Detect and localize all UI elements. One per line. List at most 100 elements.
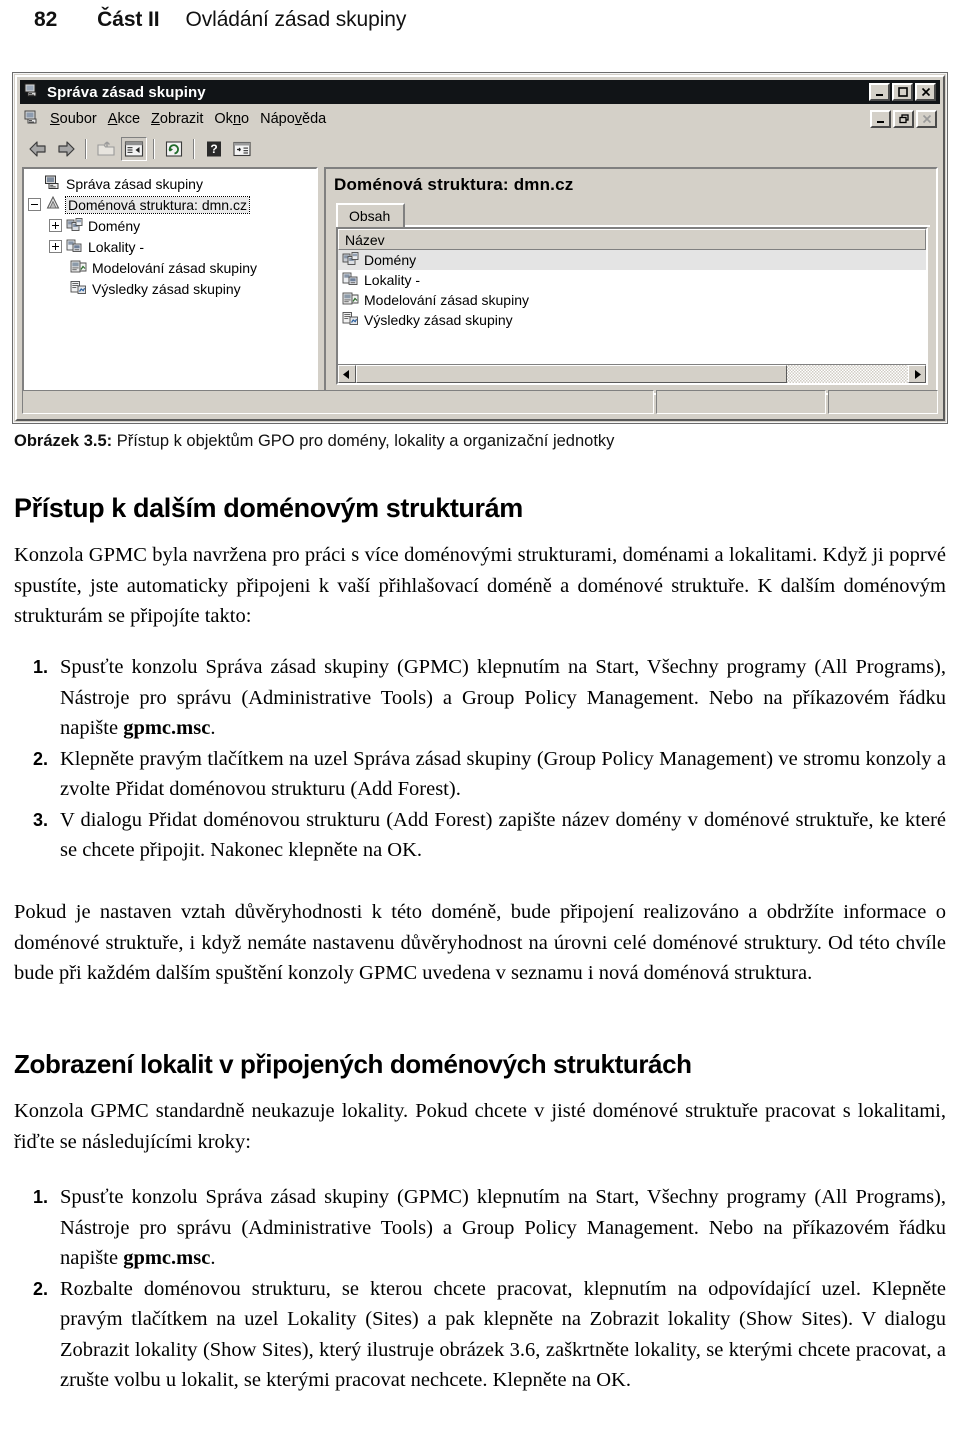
list-item: 1. Spusťte konzolu Správa zásad skupiny … — [14, 1182, 946, 1274]
contents-list-view[interactable]: Název Domény Lokality - Modelování zásad… — [336, 227, 928, 385]
tree-item-lokality[interactable]: Lokality - — [28, 236, 314, 257]
list-item-label: Lokality - — [364, 272, 421, 288]
close-button[interactable] — [915, 83, 936, 101]
menu-bar: Soubor Akce Zobrazit Okno Nápověda — [20, 106, 940, 132]
expand-toggle-plus-icon[interactable] — [49, 219, 62, 232]
scrollbar-thumb[interactable] — [356, 365, 787, 383]
mdi-restore-button[interactable] — [893, 110, 914, 128]
scroll-left-arrow-icon[interactable] — [338, 365, 356, 383]
list-item: 2. Klepněte pravým tlačítkem na uzel Spr… — [14, 744, 946, 805]
list-item-number: 2. — [32, 748, 48, 769]
paragraph-sites-intro: Konzola GPMC standardně neukazuje lokali… — [14, 1100, 946, 1153]
list-item-number: 3. — [32, 809, 48, 830]
scrollbar-track[interactable] — [356, 365, 908, 383]
console-document-icon — [24, 109, 40, 130]
sites-icon — [66, 238, 83, 256]
column-header-nazev[interactable]: Název — [338, 229, 926, 250]
list-item-text: Rozbalte doménovou strukturu, se kterou … — [60, 1277, 946, 1392]
menu-item-zobrazit[interactable]: Zobrazit — [151, 109, 214, 129]
command-name: gpmc.msc — [123, 717, 211, 739]
tree-item-vysledky-zasad-skupiny[interactable]: Výsledky zásad skupiny — [28, 278, 314, 299]
horizontal-scrollbar[interactable] — [338, 364, 926, 383]
refresh-icon[interactable] — [161, 137, 187, 161]
running-head: 82 Část II Ovládání zásad skupiny — [34, 8, 406, 32]
steps-list-forests: 1. Spusťte konzolu Správa zásad skupiny … — [14, 652, 946, 866]
menu-item-okno[interactable]: Okno — [214, 109, 260, 129]
part-label: Část II — [97, 8, 160, 31]
tree-item-domeny[interactable]: Domény — [28, 215, 314, 236]
figure-caption-label: Obrázek 3.5: — [14, 432, 113, 450]
up-one-level-icon[interactable] — [93, 137, 119, 161]
list-item[interactable]: Výsledky zásad skupiny — [338, 310, 926, 330]
paragraph-intro: Konzola GPMC byla navržena pro práci s v… — [14, 544, 946, 627]
mdi-close-button[interactable] — [916, 110, 937, 128]
toolbar-separator — [85, 139, 87, 159]
detail-pane: Doménová struktura: dmn.cz Obsah Název D… — [324, 167, 938, 395]
forward-icon[interactable] — [53, 137, 79, 161]
list-item[interactable]: Lokality - — [338, 270, 926, 290]
tree-item-sprava-zasad-skupiny[interactable]: Správa zásad skupiny — [28, 173, 314, 194]
page-number: 82 — [34, 8, 58, 31]
list-item-text: Spusťte konzolu Správa zásad skupiny (GP… — [60, 1186, 946, 1269]
maximize-button[interactable] — [892, 83, 913, 101]
window-title-text: Správa zásad skupiny — [47, 83, 206, 101]
tab-obsah[interactable]: Obsah — [336, 203, 406, 228]
back-icon[interactable] — [25, 137, 51, 161]
toolbar-separator — [193, 139, 195, 159]
gp-modeling-icon — [70, 259, 87, 277]
tree-item-modelovani-zasad-skupiny[interactable]: Modelování zásad skupiny — [28, 257, 314, 278]
show-hide-console-tree-icon[interactable] — [121, 137, 147, 161]
mdi-minimize-button[interactable] — [870, 110, 891, 128]
tree-item-label: Lokality - — [88, 238, 145, 255]
window-title-bar: Správa zásad skupiny — [20, 80, 940, 104]
status-pane-secondary — [656, 390, 826, 414]
list-item: 2. Rozbalte doménovou strukturu, se kter… — [14, 1274, 946, 1396]
list-item-label: Výsledky zásad skupiny — [364, 312, 513, 328]
tree-item-label: Správa zásad skupiny — [66, 175, 203, 192]
list-item: 1. Spusťte konzolu Správa zásad skupiny … — [14, 652, 946, 744]
help-icon[interactable]: ? — [201, 137, 227, 161]
figure-caption-text: Přístup k objektům GPO pro domény, lokal… — [112, 432, 615, 450]
steps-list-sites: 1. Spusťte konzolu Správa zásad skupiny … — [14, 1182, 946, 1396]
detail-pane-title: Doménová struktura: dmn.cz — [334, 175, 574, 194]
command-name: gpmc.msc — [123, 1247, 211, 1269]
list-item[interactable]: Modelování zásad skupiny — [338, 290, 926, 310]
tab-strip: Obsah — [336, 203, 930, 228]
tree-item-label: Výsledky zásad skupiny — [92, 280, 241, 297]
toolbar-separator — [153, 139, 155, 159]
list-item-number: 1. — [32, 1187, 48, 1207]
domains-icon — [342, 251, 359, 269]
console-root-icon — [45, 175, 61, 193]
list-item-label: Modelování zásad skupiny — [364, 292, 529, 308]
console-client-area: Správa zásad skupiny Doménová struktura:… — [20, 165, 940, 416]
paragraph-trust: Pokud je nastaven vztah důvěryhodnosti k… — [14, 901, 946, 984]
gp-modeling-icon — [342, 291, 359, 309]
list-item-number: 2. — [32, 1278, 48, 1299]
gp-results-icon — [342, 311, 359, 329]
tree-item-domenova-struktura[interactable]: Doménová struktura: dmn.cz — [28, 194, 314, 215]
status-pane-main — [22, 390, 654, 414]
chapter-title: Ovládání zásad skupiny — [185, 8, 407, 31]
column-header-label: Název — [345, 231, 385, 248]
console-tree[interactable]: Správa zásad skupiny Doménová struktura:… — [22, 167, 318, 395]
domains-icon — [66, 217, 83, 235]
expand-toggle-plus-icon[interactable] — [49, 240, 62, 253]
console-panes: Správa zásad skupiny Doménová struktura:… — [22, 167, 938, 395]
menu-item-soubor[interactable]: Soubor — [50, 109, 108, 129]
collapse-toggle-minus-icon[interactable] — [28, 198, 41, 211]
list-item-number: 1. — [32, 657, 48, 677]
scroll-right-arrow-icon[interactable] — [908, 365, 926, 383]
minimize-button[interactable] — [869, 83, 890, 101]
list-item-label: Domény — [364, 252, 417, 268]
list-item-text: Spusťte konzolu Správa zásad skupiny (GP… — [60, 656, 946, 739]
status-bar — [22, 390, 938, 414]
menu-item-napoveda[interactable]: Nápověda — [260, 109, 337, 129]
svg-text:?: ? — [210, 142, 217, 156]
gpmc-window: Správa zásad skupiny Soubor Akce Zobrazi… — [15, 75, 945, 421]
export-list-icon[interactable] — [229, 137, 255, 161]
list-item[interactable]: Domény — [338, 250, 926, 270]
toolbar: ? — [20, 134, 940, 164]
figure-screenshot: Správa zásad skupiny Soubor Akce Zobrazi… — [12, 72, 948, 424]
menu-item-akce[interactable]: Akce — [108, 109, 151, 129]
list-item-text: V dialogu Přidat doménovou strukturu (Ad… — [60, 808, 946, 862]
